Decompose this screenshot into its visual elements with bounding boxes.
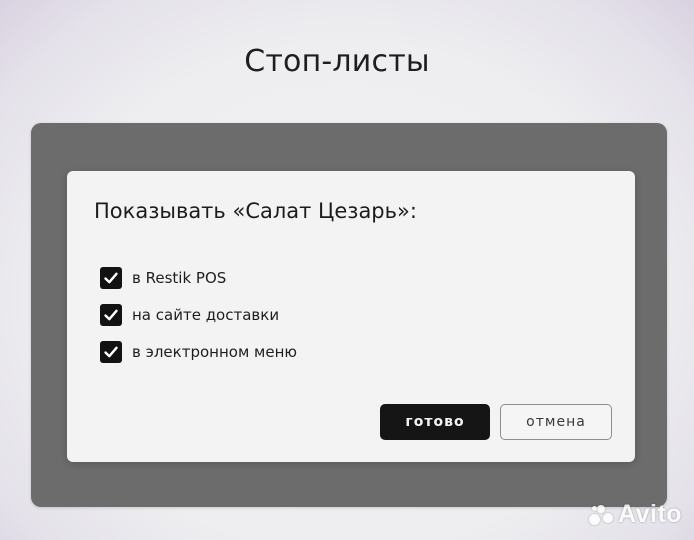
checkbox-delivery-site[interactable] xyxy=(100,304,122,326)
option-label: на сайте доставки xyxy=(132,306,280,324)
checkmark-icon xyxy=(104,346,118,358)
avito-watermark: Avito xyxy=(588,500,682,529)
checkbox-electronic-menu[interactable] xyxy=(100,341,122,363)
stop-list-dialog: Показывать «Салат Цезарь»: в Restik POS … xyxy=(67,171,635,462)
option-electronic-menu[interactable]: в электронном меню xyxy=(100,341,297,363)
cancel-button[interactable]: отмена xyxy=(500,404,612,440)
avito-logo-icon xyxy=(588,502,614,528)
option-delivery-site[interactable]: на сайте доставки xyxy=(100,304,279,326)
checkmark-icon xyxy=(104,309,118,321)
watermark-text: Avito xyxy=(618,500,683,528)
option-restik-pos[interactable]: в Restik POS xyxy=(100,267,226,289)
checkmark-icon xyxy=(104,272,118,284)
checkbox-restik-pos[interactable] xyxy=(100,267,122,289)
option-label: в электронном меню xyxy=(132,343,298,361)
page-title: Стоп-листы xyxy=(244,44,430,79)
dialog-title: Показывать «Салат Цезарь»: xyxy=(94,199,417,223)
done-button[interactable]: готово xyxy=(380,404,490,440)
option-label: в Restik POS xyxy=(132,269,227,287)
